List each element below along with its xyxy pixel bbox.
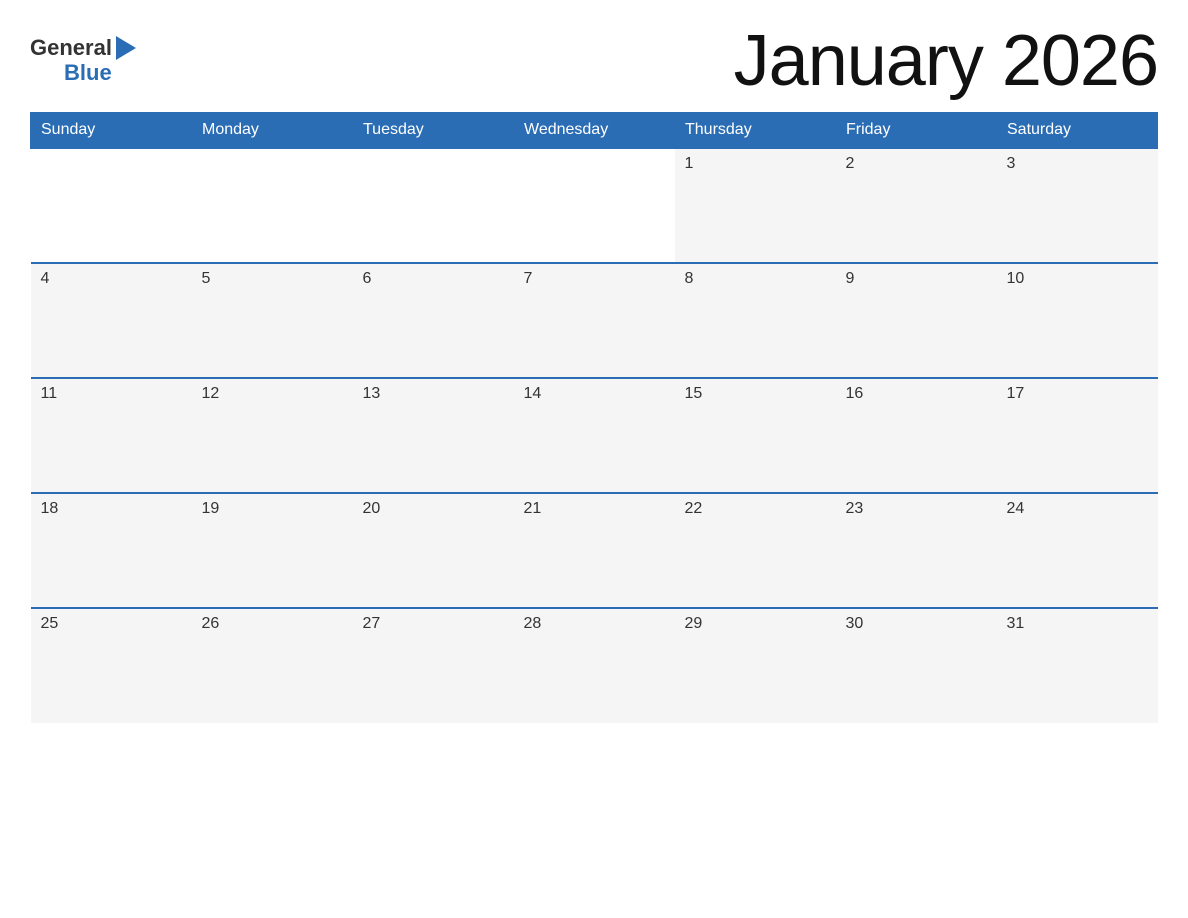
- day-number: 20: [363, 500, 504, 518]
- day-number: 11: [41, 385, 182, 403]
- month-title: January 2026: [734, 20, 1158, 102]
- weekday-header-friday: Friday: [836, 113, 997, 149]
- day-number: 7: [524, 270, 665, 288]
- day-number: 24: [1007, 500, 1148, 518]
- day-number: 9: [846, 270, 987, 288]
- day-number: 21: [524, 500, 665, 518]
- calendar-cell: 13: [353, 378, 514, 493]
- calendar-cell: 2: [836, 148, 997, 263]
- calendar-cell: 28: [514, 608, 675, 723]
- weekday-header-monday: Monday: [192, 113, 353, 149]
- calendar-week-5: 25 26 27 28 29 30 31: [31, 608, 1158, 723]
- day-number: 26: [202, 615, 343, 633]
- day-number: 14: [524, 385, 665, 403]
- calendar-cell: 9: [836, 263, 997, 378]
- day-number: 1: [685, 155, 826, 173]
- day-number: 18: [41, 500, 182, 518]
- day-number: 28: [524, 615, 665, 633]
- weekday-header-row: SundayMondayTuesdayWednesdayThursdayFrid…: [31, 113, 1158, 149]
- day-number: 25: [41, 615, 182, 633]
- calendar-cell: 14: [514, 378, 675, 493]
- day-number: 12: [202, 385, 343, 403]
- calendar-cell: 29: [675, 608, 836, 723]
- weekday-header-wednesday: Wednesday: [514, 113, 675, 149]
- calendar-cell: 25: [31, 608, 192, 723]
- day-number: 23: [846, 500, 987, 518]
- weekday-header-sunday: Sunday: [31, 113, 192, 149]
- calendar-week-3: 11 12 13 14 15 16 17: [31, 378, 1158, 493]
- day-number: 27: [363, 615, 504, 633]
- calendar-cell: 3: [997, 148, 1158, 263]
- calendar-cell: 6: [353, 263, 514, 378]
- logo: General Blue: [30, 36, 136, 86]
- day-number: 15: [685, 385, 826, 403]
- day-number: 13: [363, 385, 504, 403]
- calendar-cell: 23: [836, 493, 997, 608]
- day-number: 6: [363, 270, 504, 288]
- calendar-cell: 16: [836, 378, 997, 493]
- weekday-header-thursday: Thursday: [675, 113, 836, 149]
- calendar-week-2: 4 5 6 7 8 9 10: [31, 263, 1158, 378]
- calendar-cell: 8: [675, 263, 836, 378]
- calendar-table: SundayMondayTuesdayWednesdayThursdayFrid…: [30, 112, 1158, 723]
- calendar-cell: 10: [997, 263, 1158, 378]
- calendar-week-4: 18 19 20 21 22 23 24: [31, 493, 1158, 608]
- day-number: 8: [685, 270, 826, 288]
- calendar-cell: 12: [192, 378, 353, 493]
- day-number: 17: [1007, 385, 1148, 403]
- calendar-cell: 1: [675, 148, 836, 263]
- logo-general-text: General: [30, 37, 112, 59]
- day-number: 5: [202, 270, 343, 288]
- calendar-cell: 17: [997, 378, 1158, 493]
- calendar-cell: 20: [353, 493, 514, 608]
- calendar-cell: [31, 148, 192, 263]
- calendar-cell: 30: [836, 608, 997, 723]
- calendar-cell: 31: [997, 608, 1158, 723]
- page-header: General Blue January 2026: [30, 20, 1158, 102]
- calendar-cell: 22: [675, 493, 836, 608]
- calendar-cell: 15: [675, 378, 836, 493]
- calendar-cell: 7: [514, 263, 675, 378]
- calendar-cell: 19: [192, 493, 353, 608]
- day-number: 29: [685, 615, 826, 633]
- day-number: 16: [846, 385, 987, 403]
- day-number: 22: [685, 500, 826, 518]
- day-number: 3: [1007, 155, 1148, 173]
- calendar-cell: 26: [192, 608, 353, 723]
- day-number: 31: [1007, 615, 1148, 633]
- logo-blue-text: Blue: [64, 60, 112, 86]
- day-number: 30: [846, 615, 987, 633]
- day-number: 2: [846, 155, 987, 173]
- calendar-cell: [353, 148, 514, 263]
- day-number: 4: [41, 270, 182, 288]
- calendar-cell: [514, 148, 675, 263]
- logo-triangle-icon: [116, 36, 136, 60]
- calendar-cell: 27: [353, 608, 514, 723]
- weekday-header-tuesday: Tuesday: [353, 113, 514, 149]
- calendar-cell: 21: [514, 493, 675, 608]
- calendar-week-1: 1 2 3: [31, 148, 1158, 263]
- calendar-cell: 24: [997, 493, 1158, 608]
- calendar-cell: 4: [31, 263, 192, 378]
- day-number: 19: [202, 500, 343, 518]
- calendar-cell: 11: [31, 378, 192, 493]
- calendar-cell: 5: [192, 263, 353, 378]
- weekday-header-saturday: Saturday: [997, 113, 1158, 149]
- calendar-cell: 18: [31, 493, 192, 608]
- calendar-cell: [192, 148, 353, 263]
- day-number: 10: [1007, 270, 1148, 288]
